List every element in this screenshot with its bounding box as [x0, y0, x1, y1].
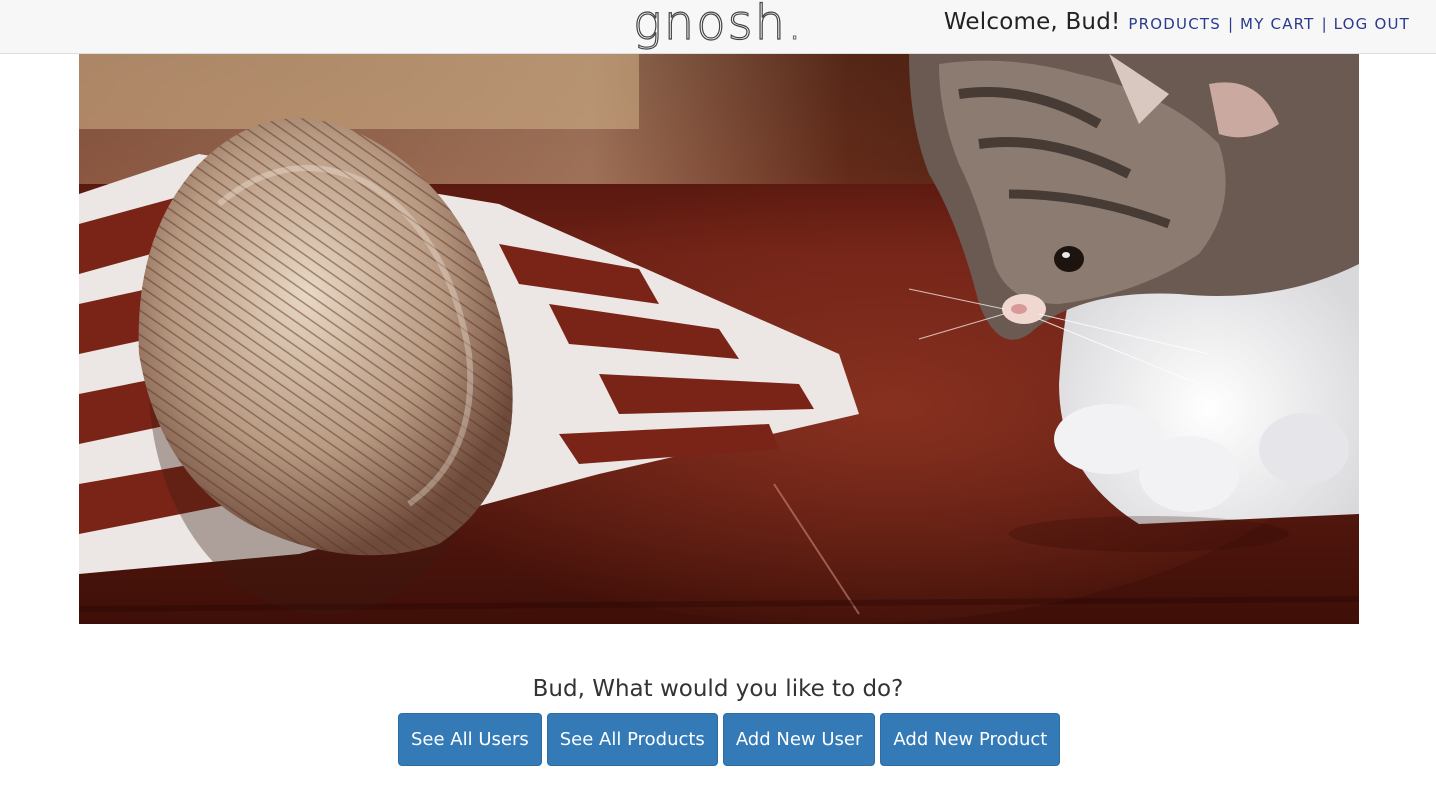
- nav-separator: |: [1321, 15, 1327, 33]
- add-new-user-button[interactable]: Add New User: [722, 713, 876, 766]
- welcome-message: Welcome, Bud!: [943, 9, 1121, 35]
- see-all-users-button[interactable]: See All Users: [398, 713, 542, 766]
- nav-link-products[interactable]: PRODUCTS: [1128, 15, 1221, 33]
- top-navbar: gnosh. Welcome, Bud! PRODUCTS | MY CART …: [0, 0, 1436, 54]
- hero-image: [79, 54, 1359, 624]
- nav-link-log-out[interactable]: LOG OUT: [1334, 15, 1410, 33]
- logo-dot: .: [787, 0, 805, 52]
- hedgehog-kitten-photo: [79, 54, 1359, 624]
- user-nav: Welcome, Bud! PRODUCTS | MY CART | LOG O…: [944, 9, 1410, 35]
- see-all-products-button[interactable]: See All Products: [546, 713, 718, 766]
- add-new-product-button[interactable]: Add New Product: [880, 713, 1061, 766]
- brand-logo[interactable]: gnosh.: [632, 0, 805, 52]
- action-prompt: Bud, What would you like to do?: [532, 676, 904, 702]
- admin-actions: See All Users See All Products Add New U…: [398, 713, 1061, 766]
- nav-link-my-cart[interactable]: MY CART: [1240, 15, 1315, 33]
- logo-text: gnosh: [632, 0, 788, 52]
- nav-separator: |: [1227, 15, 1234, 33]
